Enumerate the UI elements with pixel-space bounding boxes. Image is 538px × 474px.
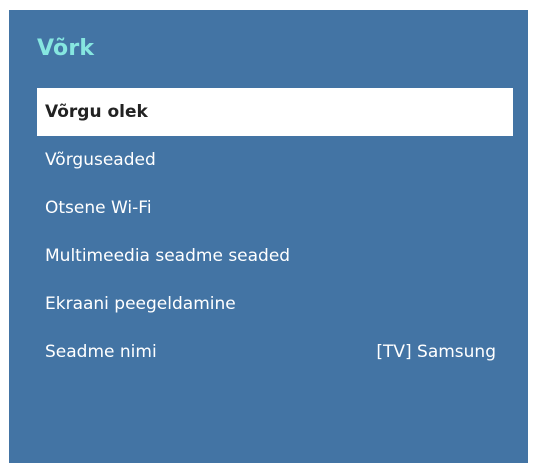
menu-item-label: Seadme nimi bbox=[45, 342, 157, 362]
menu-item-screen-mirroring[interactable]: Ekraani peegeldamine bbox=[37, 280, 513, 328]
menu-item-label: Ekraani peegeldamine bbox=[45, 294, 236, 314]
device-name-value: [TV] Samsung bbox=[376, 342, 496, 362]
menu-title: Võrk bbox=[37, 36, 95, 61]
menu-item-wifi-direct[interactable]: Otsene Wi-Fi bbox=[37, 184, 513, 232]
menu-item-device-name[interactable]: Seadme nimi [TV] Samsung bbox=[37, 328, 513, 376]
network-menu-panel: Võrk Võrgu olek Võrguseaded Otsene Wi-Fi… bbox=[9, 10, 528, 463]
menu-item-label: Multimeedia seadme seaded bbox=[45, 246, 291, 266]
menu-item-network-status[interactable]: Võrgu olek bbox=[37, 88, 513, 136]
network-menu-list: Võrgu olek Võrguseaded Otsene Wi-Fi Mult… bbox=[37, 88, 513, 376]
menu-item-label: Võrguseaded bbox=[45, 150, 156, 170]
menu-item-label: Võrgu olek bbox=[45, 102, 148, 122]
menu-item-network-settings[interactable]: Võrguseaded bbox=[37, 136, 513, 184]
menu-item-multimedia-device-settings[interactable]: Multimeedia seadme seaded bbox=[37, 232, 513, 280]
menu-item-label: Otsene Wi-Fi bbox=[45, 198, 152, 218]
